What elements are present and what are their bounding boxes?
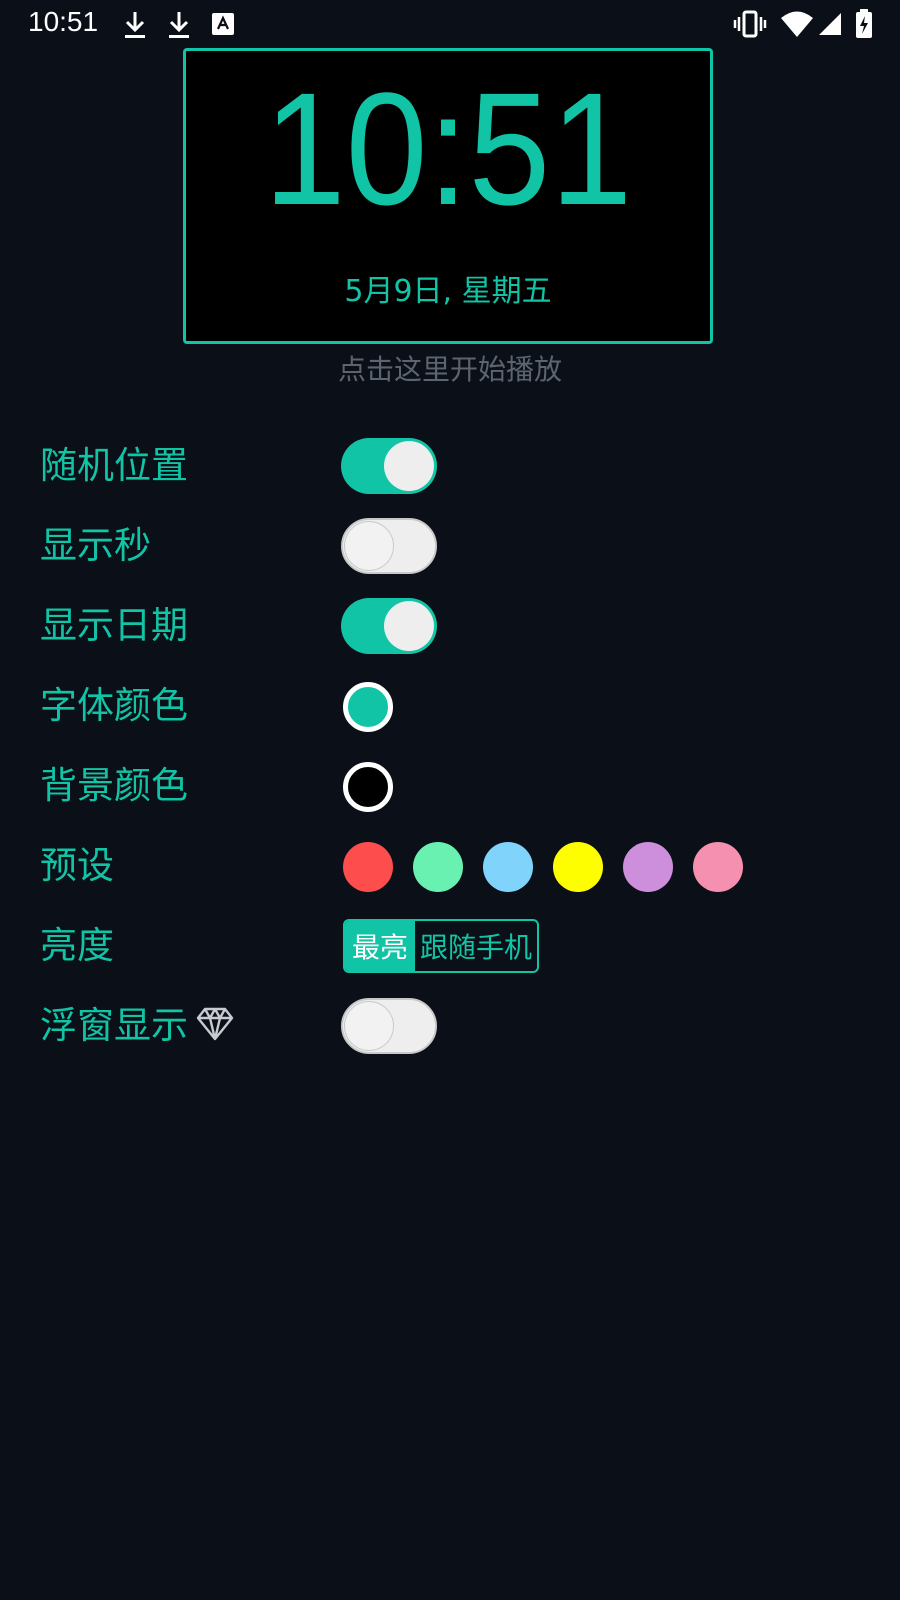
background-color-label: 背景颜色 (40, 764, 188, 807)
show-seconds-toggle[interactable] (341, 518, 437, 574)
font-color-label: 字体颜色 (40, 684, 188, 727)
battery-charging-icon (856, 9, 872, 38)
show-date-toggle[interactable] (341, 598, 437, 654)
preset-color-red[interactable] (343, 842, 393, 892)
font-color-swatch[interactable] (343, 682, 393, 732)
brightness-option-follow-phone[interactable]: 跟随手机 (415, 921, 537, 971)
random-position-label: 随机位置 (40, 444, 188, 487)
toggle-knob (384, 601, 434, 651)
preset-color-pink[interactable] (693, 842, 743, 892)
floating-window-toggle[interactable] (341, 998, 437, 1054)
show-date-label: 显示日期 (40, 604, 188, 647)
status-bar: 10:51 (0, 0, 900, 50)
wifi-icon (781, 11, 813, 37)
download-icon (169, 12, 189, 38)
signal-icon (819, 13, 841, 35)
start-play-hint[interactable]: 点击这里开始播放 (0, 348, 900, 388)
text-box-icon (212, 13, 234, 35)
vibrate-icon (733, 10, 767, 38)
show-seconds-label: 显示秒 (40, 524, 151, 567)
preset-color-green[interactable] (413, 842, 463, 892)
status-time: 10:51 (28, 6, 99, 37)
presets-label: 预设 (40, 844, 114, 887)
toggle-knob (344, 521, 394, 571)
clock-date: 5月9日, 星期五 (344, 274, 552, 309)
preset-color-purple[interactable] (623, 842, 673, 892)
diamond-icon (196, 1007, 234, 1041)
brightness-selector: 最亮 跟随手机 (343, 919, 539, 973)
toggle-knob (344, 1001, 394, 1051)
floating-window-label: 浮窗显示 (40, 1004, 188, 1047)
background-color-swatch[interactable] (343, 762, 393, 812)
download-icon (125, 12, 145, 38)
brightness-option-max[interactable]: 最亮 (345, 921, 415, 971)
preset-color-blue[interactable] (483, 842, 533, 892)
clock-preview[interactable]: 10:51 5月9日, 星期五 (183, 48, 713, 344)
random-position-toggle[interactable] (341, 438, 437, 494)
toggle-knob (384, 441, 434, 491)
brightness-label: 亮度 (40, 924, 114, 967)
preset-color-yellow[interactable] (553, 842, 603, 892)
clock-time: 10:51 (263, 59, 633, 238)
